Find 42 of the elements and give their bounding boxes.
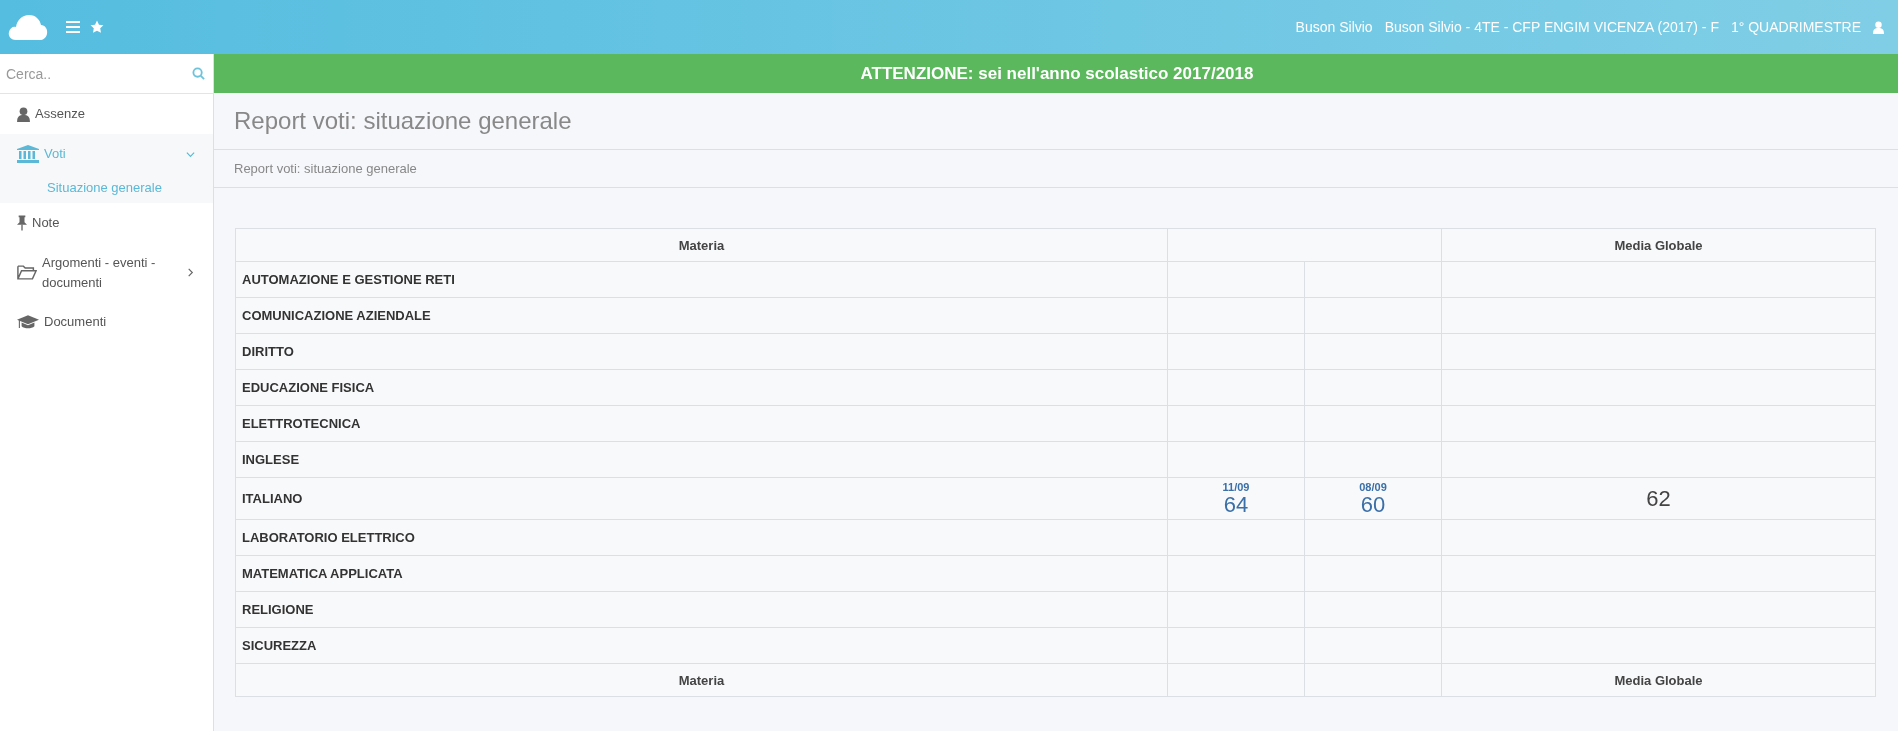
chevron-right-icon[interactable] — [186, 268, 195, 277]
user-icon — [17, 106, 30, 122]
subject-cell: AUTOMAZIONE E GESTIONE RETI — [235, 261, 1168, 298]
subject-cell: DIRITTO — [235, 333, 1168, 370]
grade-date: 11/09 — [1221, 481, 1251, 493]
page-title: Report voti: situazione generale — [234, 107, 573, 135]
sidebar-item[interactable]: Note — [0, 203, 213, 243]
sidebar-item[interactable]: Documenti — [0, 302, 213, 342]
subject-cell: EDUCAZIONE FISICA — [235, 369, 1168, 406]
subject-cell: ITALIANO — [235, 477, 1168, 520]
subject-cell: MATEMATICA APPLICATA — [235, 555, 1168, 592]
menu-icon[interactable] — [66, 21, 80, 33]
subject-cell: COMUNICAZIONE AZIENDALE — [235, 297, 1168, 334]
grade-value[interactable]: 60 — [1305, 493, 1441, 518]
notice-banner: ATTENZIONE: sei nell'anno scolastico 2017/2018 — [214, 54, 1898, 93]
column-header: Media Globale — [1441, 228, 1876, 262]
star-icon[interactable] — [90, 20, 104, 34]
search-icon[interactable] — [192, 67, 205, 80]
subject-cell: LABORATORIO ELETTRICO — [235, 519, 1168, 556]
subject-cell: SICUREZZA — [235, 627, 1168, 664]
grade-date: 08/09 — [1358, 481, 1388, 493]
graduation-cap-icon — [17, 314, 39, 330]
class-info: Buson Silvio - 4TE - CFP ENGIM VICENZA (2017) - F — [1384, 19, 1719, 35]
subject-cell: RELIGIONE — [235, 591, 1168, 628]
sidebar-item[interactable]: Assenze — [0, 94, 213, 134]
average-value: 62 — [1646, 485, 1671, 511]
subject-cell: INGLESE — [235, 441, 1168, 478]
breadcrumb: Report voti: situazione generale — [234, 161, 417, 176]
column-footer: Materia — [235, 663, 1168, 697]
period-label: 1° QUADRIMESTRE — [1730, 19, 1861, 35]
user-name: Buson Silvio — [1295, 19, 1373, 35]
column-header: Materia — [235, 228, 1168, 262]
folder-icon — [17, 265, 37, 280]
bank-icon — [17, 145, 39, 163]
user-icon[interactable] — [1873, 20, 1884, 34]
pushpin-icon — [17, 215, 27, 231]
grade-value[interactable]: 64 — [1168, 493, 1304, 518]
subject-cell: ELETTROTECNICA — [235, 405, 1168, 442]
sidebar-item[interactable]: Argomenti - eventi - documenti — [0, 243, 213, 302]
chevron-down-icon[interactable] — [186, 149, 195, 159]
cloud-logo-icon[interactable] — [8, 13, 48, 41]
column-footer: Media Globale — [1441, 663, 1876, 697]
